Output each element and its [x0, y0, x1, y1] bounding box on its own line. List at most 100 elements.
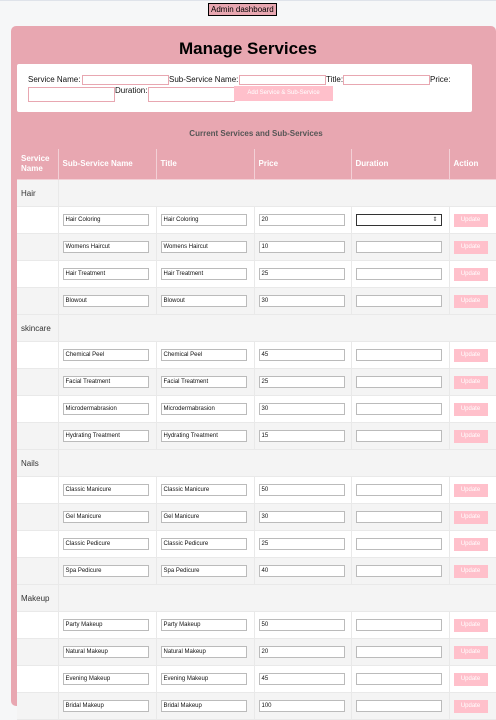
subservice-name-input[interactable]: Classic Manicure	[62, 484, 149, 496]
title-input[interactable]	[343, 75, 430, 85]
price-input[interactable]: 15	[258, 430, 345, 442]
subservice-name-input[interactable]: Classic Pedicure	[62, 538, 149, 550]
title-input[interactable]: Classic Pedicure	[160, 538, 247, 550]
table-row: Gel Manicure Gel Manicure 30 Update	[17, 503, 496, 531]
price-input[interactable]: 100	[258, 700, 345, 712]
title-input[interactable]: Bridal Makeup	[160, 700, 247, 712]
update-button[interactable]: Update	[453, 240, 488, 254]
duration-input[interactable]	[355, 430, 442, 442]
price-input[interactable]: 25	[258, 268, 345, 280]
title-input[interactable]: Classic Manicure	[160, 484, 247, 496]
update-button[interactable]: Update	[453, 375, 488, 389]
duration-input[interactable]: ⇕	[355, 214, 442, 226]
subservice-name-input[interactable]: Hair Coloring	[62, 214, 149, 226]
subservice-cell: Gel Manicure	[58, 503, 157, 531]
title-cell: Classic Manicure	[156, 476, 255, 504]
duration-input[interactable]	[355, 511, 442, 523]
subservice-name-input[interactable]: Party Makeup	[62, 619, 149, 631]
price-input[interactable]: 20	[258, 646, 345, 658]
update-button[interactable]: Update	[453, 348, 488, 362]
subservice-name-input[interactable]: Evening Makeup	[62, 673, 149, 685]
service-cell-empty	[17, 341, 59, 369]
duration-input[interactable]	[355, 376, 442, 388]
title-input[interactable]: Microdermabrasion	[160, 403, 247, 415]
duration-input[interactable]	[355, 349, 442, 361]
subservice-name-input[interactable]: Hair Treatment	[62, 268, 149, 280]
update-button[interactable]: Update	[453, 267, 488, 281]
action-cell: Update	[449, 611, 496, 639]
subservice-name-input[interactable]	[239, 75, 326, 85]
subservice-name-input[interactable]: Spa Pedicure	[62, 565, 149, 577]
title-input[interactable]: Spa Pedicure	[160, 565, 247, 577]
title-cell: Facial Treatment	[156, 368, 255, 396]
title-cell: Gel Manicure	[156, 503, 255, 531]
subservice-name-input[interactable]: Bridal Makeup	[62, 700, 149, 712]
price-input[interactable]: 40	[258, 565, 345, 577]
title-input[interactable]: Evening Makeup	[160, 673, 247, 685]
price-input[interactable]	[28, 87, 115, 102]
duration-input[interactable]	[355, 673, 442, 685]
price-input[interactable]: 30	[258, 295, 345, 307]
subservice-name-input[interactable]: Gel Manicure	[62, 511, 149, 523]
price-input[interactable]: 45	[258, 673, 345, 685]
title-input[interactable]: Hydrating Treatment	[160, 430, 247, 442]
update-button[interactable]: Update	[453, 429, 488, 443]
update-button[interactable]: Update	[453, 645, 488, 659]
duration-input[interactable]	[355, 268, 442, 280]
subservice-name-input[interactable]: Facial Treatment	[62, 376, 149, 388]
title-input[interactable]: Hair Treatment	[160, 268, 247, 280]
service-name-input[interactable]	[82, 75, 169, 85]
price-input[interactable]: 30	[258, 511, 345, 523]
duration-cell	[351, 422, 450, 450]
update-button[interactable]: Update	[453, 213, 488, 227]
subservice-name-input[interactable]: Chemical Peel	[62, 349, 149, 361]
column-header-action: Action	[449, 149, 496, 180]
update-button[interactable]: Update	[453, 510, 488, 524]
subservice-name-input[interactable]: Womens Haircut	[62, 241, 149, 253]
price-input[interactable]: 25	[258, 538, 345, 550]
admin-dashboard-button[interactable]: Admin dashboard	[208, 3, 277, 16]
subservice-name-input[interactable]: Blowout	[62, 295, 149, 307]
update-button[interactable]: Update	[453, 699, 488, 713]
duration-input[interactable]	[355, 565, 442, 577]
table-row: Chemical Peel Chemical Peel 45 Update	[17, 341, 496, 369]
service-group-row: Nails	[17, 449, 496, 477]
title-input[interactable]: Blowout	[160, 295, 247, 307]
update-button[interactable]: Update	[453, 537, 488, 551]
add-service-button[interactable]: Add Service & Sub-Service	[234, 86, 333, 101]
update-button[interactable]: Update	[453, 618, 488, 632]
title-input[interactable]: Gel Manicure	[160, 511, 247, 523]
title-input[interactable]: Chemical Peel	[160, 349, 247, 361]
price-input[interactable]: 25	[258, 376, 345, 388]
price-input[interactable]: 20	[258, 214, 345, 226]
title-input[interactable]: Natural Makeup	[160, 646, 247, 658]
action-cell: Update	[449, 368, 496, 396]
update-button[interactable]: Update	[453, 294, 488, 308]
subservice-name-input[interactable]: Hydrating Treatment	[62, 430, 149, 442]
duration-input[interactable]	[355, 646, 442, 658]
title-input[interactable]: Party Makeup	[160, 619, 247, 631]
title-input[interactable]: Facial Treatment	[160, 376, 247, 388]
duration-input[interactable]	[355, 619, 442, 631]
subservice-name-input[interactable]: Microdermabrasion	[62, 403, 149, 415]
price-input[interactable]: 50	[258, 484, 345, 496]
update-button[interactable]: Update	[453, 402, 488, 416]
title-input[interactable]: Womens Haircut	[160, 241, 247, 253]
update-button[interactable]: Update	[453, 672, 488, 686]
price-input[interactable]: 45	[258, 349, 345, 361]
title-input[interactable]: Hair Coloring	[160, 214, 247, 226]
duration-input[interactable]	[355, 295, 442, 307]
duration-input[interactable]	[355, 403, 442, 415]
update-button[interactable]: Update	[453, 483, 488, 497]
duration-input[interactable]	[355, 241, 442, 253]
price-input[interactable]: 30	[258, 403, 345, 415]
update-button[interactable]: Update	[453, 564, 488, 578]
duration-input[interactable]	[148, 87, 235, 102]
price-input[interactable]: 10	[258, 241, 345, 253]
subservice-name-input[interactable]: Natural Makeup	[62, 646, 149, 658]
stepper-icon[interactable]: ⇕	[432, 215, 437, 225]
price-input[interactable]: 50	[258, 619, 345, 631]
duration-input[interactable]	[355, 538, 442, 550]
duration-input[interactable]	[355, 700, 442, 712]
duration-input[interactable]	[355, 484, 442, 496]
